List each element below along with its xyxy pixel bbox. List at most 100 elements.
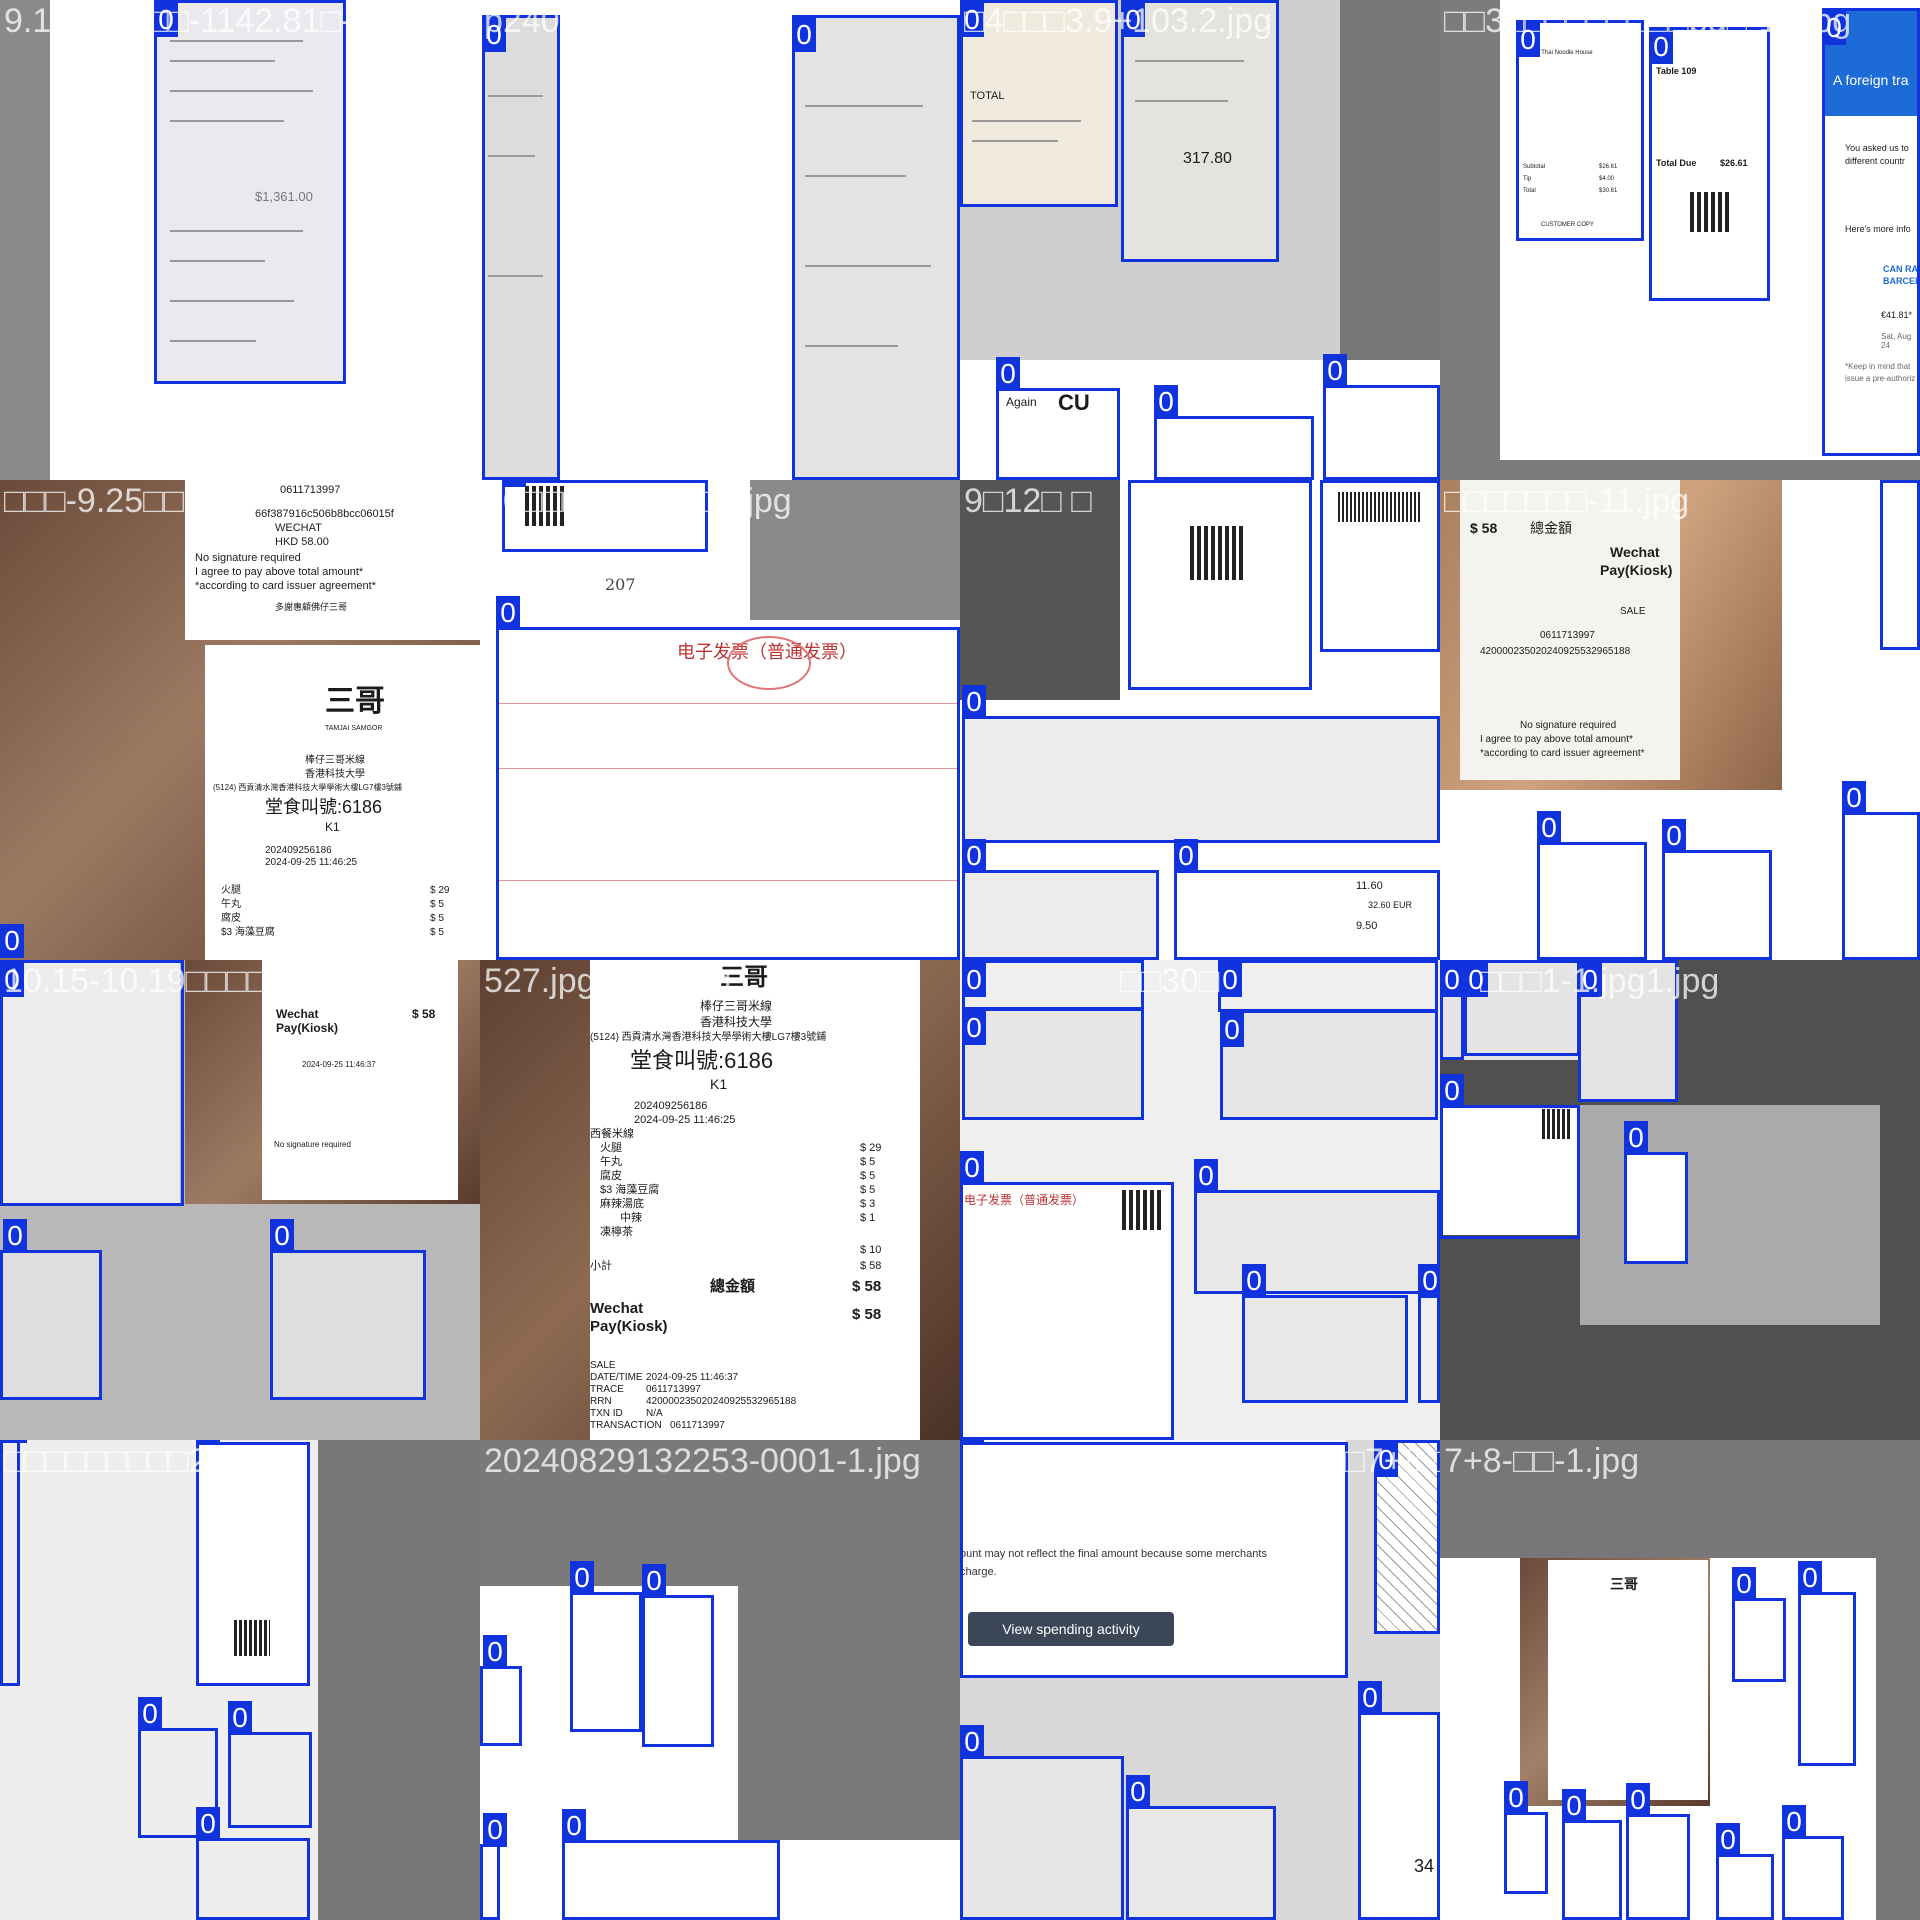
datetime-label: DATE/TIME [590, 1372, 643, 1383]
detection-box[interactable]: 0 [1128, 480, 1312, 690]
item-price: $ 5 [860, 1156, 876, 1168]
mosaic-tile: ount may not reflect the final amount be… [960, 1440, 1440, 1920]
class-label: 0 [1320, 480, 1344, 483]
detection-box[interactable]: 0 [960, 1151, 1174, 1440]
detection-box[interactable]: 0 [962, 685, 1440, 843]
detection-box[interactable]: 0 [962, 1008, 1144, 1120]
detection-box[interactable]: 0 [1242, 1264, 1408, 1403]
gray-margin [0, 0, 50, 480]
pay-method: Wechat [276, 1007, 319, 1021]
detection-box[interactable]: 0 [1126, 1775, 1276, 1920]
detection-box[interactable]: 0 [996, 357, 1120, 480]
detection-box[interactable]: 0 [1218, 960, 1438, 1012]
order-date: 2024-09-25 11:46:25 [634, 1114, 736, 1126]
detection-box[interactable]: 0 [0, 1219, 102, 1400]
class-label: 0 [1242, 1264, 1266, 1298]
class-label: 0 [1662, 819, 1686, 853]
detection-box[interactable]: 0 [962, 960, 1144, 1010]
item-name: 腐皮 [221, 913, 241, 924]
detection-box[interactable]: 0 [1782, 1805, 1844, 1920]
subtotal-label: 小計 [590, 1260, 612, 1272]
order-id: 202409256186 [634, 1100, 708, 1112]
agree-line: *according to card issuer agreement* [195, 580, 376, 592]
total-label: 總金額 [1530, 520, 1572, 536]
detection-box[interactable]: 0 [496, 596, 960, 960]
detection-box[interactable]: 0 [1732, 1567, 1786, 1682]
item-price: $ 5 [860, 1170, 876, 1182]
pay-method: Wechat [590, 1300, 644, 1317]
detection-box[interactable]: 0 [962, 839, 1159, 960]
detection-box[interactable]: 0 [480, 1813, 507, 1920]
tile-filename: 9□12□ □ [964, 482, 1092, 520]
detection-box[interactable]: 0 [480, 1635, 522, 1746]
tile-filename: 7+8-□□-1.jpg [1444, 1442, 1640, 1480]
item-price: $ 29 [430, 885, 450, 896]
detection-box[interactable]: 0 [1822, 8, 1920, 456]
detection-box[interactable]: 0 [1662, 819, 1772, 960]
detection-box[interactable]: 0 [562, 1809, 780, 1920]
item-price: $ 1 [860, 1212, 876, 1224]
detection-box[interactable]: 0 [1440, 1074, 1580, 1239]
detection-box[interactable]: 0 [960, 1725, 1124, 1920]
detection-box[interactable]: 0 [1562, 1789, 1622, 1920]
item-price: $ 5 [860, 1184, 876, 1196]
detection-box[interactable]: 0 [1798, 1561, 1856, 1766]
detection-box[interactable]: 0 [482, 15, 560, 480]
address: (5124) 西貢清水灣香港科技大學學術大樓LG7樓3號鋪 [213, 783, 402, 792]
tile-filename: 527.jpg (2)-1.jpg [484, 962, 732, 1000]
detection-box[interactable]: 0 [1440, 960, 1464, 1060]
pay-method-sub: Pay(Kiosk) [590, 1318, 668, 1335]
tile-filename: □□□□□□□-11.jpg [1444, 482, 1690, 520]
detection-box[interactable]: 0 [1358, 1681, 1440, 1920]
detection-box[interactable]: 0 [228, 1701, 312, 1828]
total-label: 總金額 [710, 1278, 756, 1295]
detection-box[interactable]: 0 [1418, 1264, 1440, 1403]
pay-method-sub: Pay(Kiosk) [1600, 562, 1673, 578]
detection-box[interactable]: 0 [154, 0, 346, 384]
detection-box[interactable]: 0 [196, 1440, 310, 1686]
class-label: 0 [1128, 480, 1152, 483]
item-price: $ 5 [430, 927, 444, 938]
detection-box[interactable]: 0 [196, 1807, 310, 1920]
detection-box[interactable]: 0 [1626, 1783, 1690, 1920]
order-number: 堂食叫號:6186 [265, 797, 383, 817]
no-signature: No signature required [1520, 720, 1617, 731]
class-label: 0 [1220, 1013, 1244, 1047]
class-label: 0 [0, 924, 24, 958]
detection-box[interactable]: 0 [1220, 1010, 1438, 1120]
detection-box[interactable]: 0 [1323, 354, 1440, 480]
tile-filename: p240912□□□□3□.jpg [484, 2, 793, 40]
detection-box[interactable]: 0 [570, 1561, 642, 1732]
total-value: $ 58 [1470, 520, 1498, 536]
class-label: 0 [1798, 1561, 1822, 1595]
detection-box[interactable]: 0 [1624, 1121, 1688, 1264]
detection-box[interactable]: 0 [1842, 781, 1920, 960]
class-label: 0 [228, 1701, 252, 1735]
agree-line: *according to card issuer agreement* [1480, 748, 1645, 759]
shop-name: 棒仔三哥米線 [305, 755, 365, 766]
detection-box[interactable]: 0 [270, 1219, 426, 1400]
class-label: 0 [962, 963, 986, 997]
class-label: 0 [1440, 1074, 1464, 1108]
detection-box[interactable]: 0 [1649, 27, 1770, 301]
sale-label: SALE [590, 1360, 616, 1371]
mosaic-board: $1,361.00 0 9.12-9.14□□-1142.81□-12.jpg … [0, 0, 1920, 1920]
detection-box[interactable]: 0 [642, 1564, 714, 1747]
detection-box[interactable]: 0 [792, 15, 960, 480]
detection-box[interactable]: 0 [1880, 480, 1920, 650]
detection-box[interactable]: 0 [1537, 811, 1647, 960]
detection-box[interactable]: 0 [1154, 385, 1314, 480]
detection-box[interactable]: 0 [1716, 1823, 1774, 1920]
brand-subtitle: TAMJAI SAMGOR [325, 725, 383, 732]
detection-box[interactable]: 0 [1504, 1781, 1548, 1894]
transaction-label: TRANSACTION [590, 1420, 662, 1431]
tile-filename: □4□□□3.9+103.2.jpg [964, 2, 1273, 40]
class-label: 0 [1440, 963, 1464, 997]
detection-box[interactable]: 0 [1516, 20, 1644, 241]
detection-box[interactable]: 0 [1194, 1159, 1440, 1294]
detection-box[interactable]: 0 [1320, 480, 1440, 652]
detection-box[interactable]: 0 [1174, 839, 1440, 960]
campus: 香港科技大學 [305, 769, 365, 780]
class-label: 0 [3, 1219, 27, 1253]
class-label: 0 [1218, 963, 1242, 997]
